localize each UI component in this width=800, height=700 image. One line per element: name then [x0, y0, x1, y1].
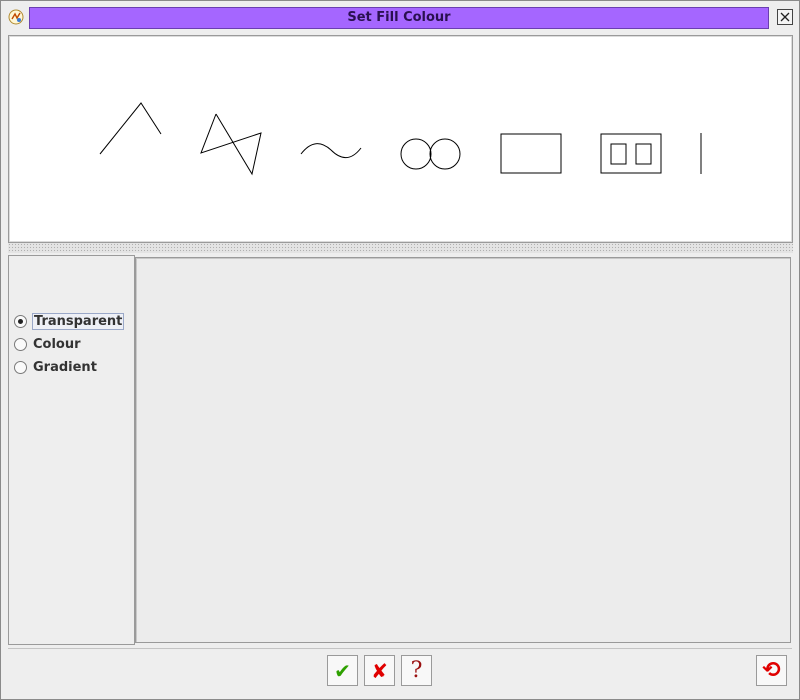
- app-logo-icon: [8, 9, 24, 25]
- radio-button[interactable]: [14, 360, 27, 374]
- preview-shape-double-box-outer: [600, 133, 662, 174]
- shape-preview-canvas: [99, 102, 702, 176]
- radio-gradient[interactable]: Gradient: [14, 358, 98, 376]
- question-icon: ?: [410, 658, 423, 683]
- fill-type-panel: Transparent Colour Gradient: [8, 255, 135, 645]
- radio-label-transparent[interactable]: Transparent: [32, 312, 125, 330]
- radio-button-checked[interactable]: [14, 314, 27, 328]
- preview-shape-wave: [300, 143, 362, 159]
- cancel-button[interactable]: ✘: [364, 655, 395, 686]
- title-bar[interactable]: Set Fill Colour: [1, 1, 799, 34]
- radio-button[interactable]: [14, 337, 27, 351]
- checkmark-icon: ✔: [334, 658, 351, 683]
- window-title: Set Fill Colour: [29, 7, 769, 29]
- button-bar: ✔ ✘ ? ⟲: [8, 648, 792, 694]
- split-pane-divider[interactable]: [8, 243, 793, 253]
- close-button[interactable]: [777, 9, 793, 25]
- radio-colour[interactable]: Colour: [14, 335, 82, 353]
- preview-shape-zigzag: [200, 113, 262, 176]
- preview-shape-circle-right: [429, 138, 461, 170]
- preview-shape-polyline: [99, 102, 162, 155]
- preview-shape-double-box-right: [635, 143, 652, 165]
- help-button[interactable]: ?: [401, 655, 432, 686]
- shape-preview-panel: [8, 35, 793, 243]
- ok-button[interactable]: ✔: [327, 655, 358, 686]
- fill-settings-panel: [135, 257, 791, 643]
- preview-shape-circle-left: [400, 138, 432, 170]
- radio-label-gradient[interactable]: Gradient: [32, 360, 98, 375]
- radio-transparent[interactable]: Transparent: [14, 312, 125, 330]
- reset-icon: ⟲: [762, 658, 781, 683]
- radio-label-colour[interactable]: Colour: [32, 337, 82, 352]
- preview-shape-rectangle: [500, 133, 562, 174]
- cross-icon: ✘: [371, 658, 388, 683]
- close-icon: [780, 12, 790, 22]
- preview-shape-double-box-left: [610, 143, 627, 165]
- reset-button[interactable]: ⟲: [756, 655, 787, 686]
- set-fill-colour-dialog: Set Fill Colour Transparent Colour Gradi…: [0, 0, 800, 700]
